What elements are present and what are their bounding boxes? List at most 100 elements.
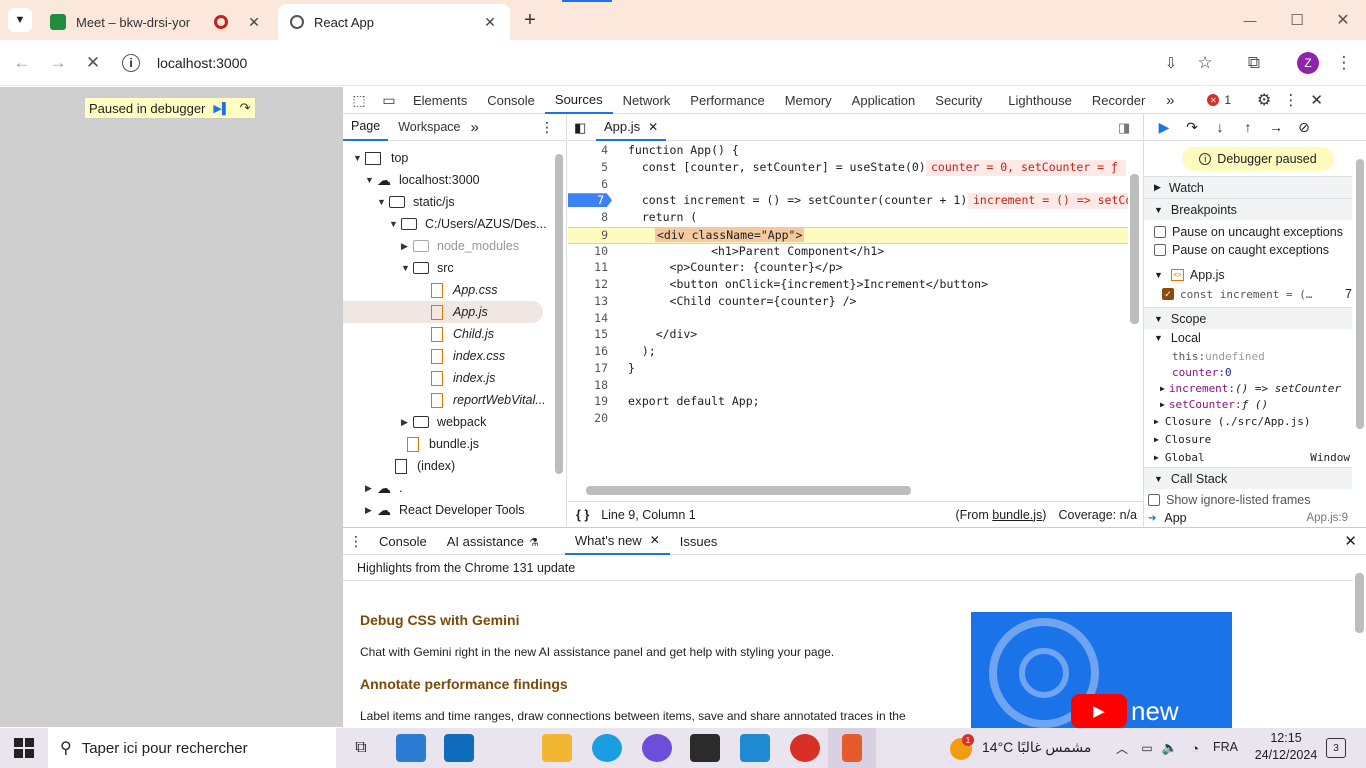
scope-setcounter[interactable]: ▶ setCounter: ƒ () [1160,395,1268,413]
tree-item-index-js[interactable]: index.js [431,367,495,389]
drawer-tab-ai-assistance[interactable]: AI assistance ⚗ [437,534,549,549]
nav-tab-page[interactable]: Page [343,114,389,141]
tab-application[interactable]: Application [842,87,926,114]
tree-item-top[interactable]: ▼ top [353,147,408,169]
close-devtools-icon[interactable]: ✕ [1310,91,1323,109]
file-explorer-icon[interactable] [542,734,572,762]
code-line[interactable]: 4 function App() { [568,143,1128,160]
line-number[interactable]: 5 [568,160,608,174]
editor-vscrollbar[interactable] [1130,174,1139,324]
more-tabs-icon[interactable]: » [1155,92,1185,109]
editor-file-tab[interactable]: App.js ✕ [596,114,667,141]
watch-section[interactable]: ▶ Watch [1144,176,1352,198]
tab-lighthouse[interactable]: Lighthouse [998,87,1082,114]
line-number[interactable]: 13 [568,294,608,308]
nav-tab-workspace[interactable]: Workspace [388,120,470,134]
settings-gear-icon[interactable]: ⚙ [1257,90,1271,110]
notification-icon[interactable]: 3 [1326,738,1346,758]
code-line[interactable]: 15 </div> [568,327,1128,344]
edge-app-icon[interactable] [592,734,622,762]
line-number[interactable]: 4 [568,143,608,157]
step-icon[interactable]: → [1268,119,1284,135]
step-out-icon[interactable]: ↑ [1240,119,1256,135]
tree-item-index-css[interactable]: index.css [431,345,505,367]
active-app-bg[interactable] [828,728,876,768]
volume-icon[interactable]: 🔈 [1162,738,1178,758]
breakpoints-section[interactable]: ▼ Breakpoints [1144,198,1352,220]
line-number[interactable]: 8 [568,210,608,224]
resume-icon[interactable]: ▶ [1156,119,1172,136]
code-line[interactable]: 20 [568,411,1128,428]
checked-checkbox-icon[interactable]: ✓ [1162,288,1174,300]
code-line[interactable]: 10 <h1>Parent Component</h1> [568,244,1128,261]
line-number[interactable]: 12 [568,277,608,291]
close-tab-icon[interactable]: ✕ [246,14,262,30]
line-number[interactable]: 20 [568,411,608,425]
stop-loading-icon[interactable]: ✕ [79,49,107,77]
line-number[interactable]: 15 [568,327,608,341]
breakpoint-entry[interactable]: ✓ const increment = (… 7 [1162,285,1352,303]
tab-security[interactable]: Security [925,87,992,114]
tab-react-app[interactable]: React App ✕ [278,4,510,40]
line-number[interactable]: 17 [568,361,608,375]
line-number[interactable]: 10 [568,244,608,258]
line-number[interactable]: 6 [568,177,608,191]
back-icon[interactable]: ← [8,49,36,77]
tab-memory[interactable]: Memory [775,87,842,114]
code-line[interactable]: 16 ); [568,344,1128,361]
code-line[interactable]: 8 return ( [568,210,1128,227]
tree-item-static-js[interactable]: ▼ static/js [377,191,455,213]
step-into-icon[interactable]: ↓ [1212,119,1228,135]
pause-uncaught-checkbox[interactable]: Pause on uncaught exceptions [1154,223,1343,241]
step-over-icon[interactable]: ↷ [1184,119,1200,136]
code-line[interactable]: 9 <div className="App"> [568,226,1128,244]
code-line[interactable]: 19 export default App; [568,394,1128,411]
code-line[interactable]: 13 <Child counter={counter} /> [568,294,1128,311]
scope-closure[interactable]: ▶ Closure [1154,430,1211,448]
code-line[interactable]: 18 [568,378,1128,395]
close-file-icon[interactable]: ✕ [648,120,658,134]
pause-caught-checkbox[interactable]: Pause on caught exceptions [1154,241,1329,259]
tab-elements[interactable]: Elements [403,87,477,114]
vscode-app-icon[interactable] [740,734,770,762]
drawer-tab-issues[interactable]: Issues [670,534,728,549]
wifi-icon[interactable]: ◔ [1187,738,1203,758]
forward-icon[interactable]: → [44,49,72,77]
code-line[interactable]: 6 [568,177,1128,194]
taskbar-search[interactable]: ⚲ Taper ici pour rechercher [48,728,336,768]
sidebar-scrollbar[interactable] [1356,159,1364,429]
line-number[interactable]: 19 [568,394,608,408]
tab-console[interactable]: Console [477,87,545,114]
close-window-icon[interactable]: ✕ [1331,8,1355,32]
tab-meet[interactable]: Meet – bkw-drsi-yor ✕ [38,4,274,40]
tree-item-users-folder[interactable]: ▼ C:/Users/AZUS/Des... [389,213,547,235]
drawer-tab-console[interactable]: Console [369,534,437,549]
tree-item-dot[interactable]: ▶ ☁. [365,477,402,499]
clock-date[interactable]: 24/12/2024 [1248,748,1324,762]
chrome-app-icon[interactable] [790,734,820,762]
code-area[interactable]: 4 function App() {5 const [counter, setCo… [568,141,1128,471]
bookmark-star-icon[interactable]: ☆ [1194,52,1216,74]
tree-item-react-devtools[interactable]: ▶ ☁ React Developer Tools [365,499,525,521]
deactivate-breakpoints-icon[interactable]: ⊘ [1296,119,1312,136]
tab-sources[interactable]: Sources [544,87,613,114]
youtube-play-icon[interactable]: ▶ [1071,694,1127,728]
outlook-app-icon[interactable] [444,734,474,762]
line-number[interactable]: 7 [568,193,612,208]
navigator-scrollbar[interactable] [555,154,563,474]
close-drawer-icon[interactable]: ✕ [1344,532,1357,550]
breakpoint-file[interactable]: ▼ <> App.js [1154,266,1225,284]
windows-start-icon[interactable] [14,738,34,758]
tree-item-bundle-js[interactable]: bundle.js [407,433,479,455]
tab-recorder[interactable]: Recorder [1082,87,1155,114]
battery-icon[interactable]: ▭ [1139,738,1155,758]
scope-global[interactable]: ▶ Global Window [1154,448,1350,466]
store-app-icon[interactable] [396,734,426,762]
line-number[interactable]: 11 [568,260,608,274]
install-app-icon[interactable]: ⇩ [1160,52,1182,74]
line-number[interactable]: 16 [568,344,608,358]
tree-item-node-modules[interactable]: ▶ node_modules [401,235,519,257]
line-number[interactable]: 14 [568,311,608,325]
new-tab-icon[interactable]: + [518,8,542,32]
tree-item-report-web-vitals[interactable]: reportWebVital... [431,389,546,411]
